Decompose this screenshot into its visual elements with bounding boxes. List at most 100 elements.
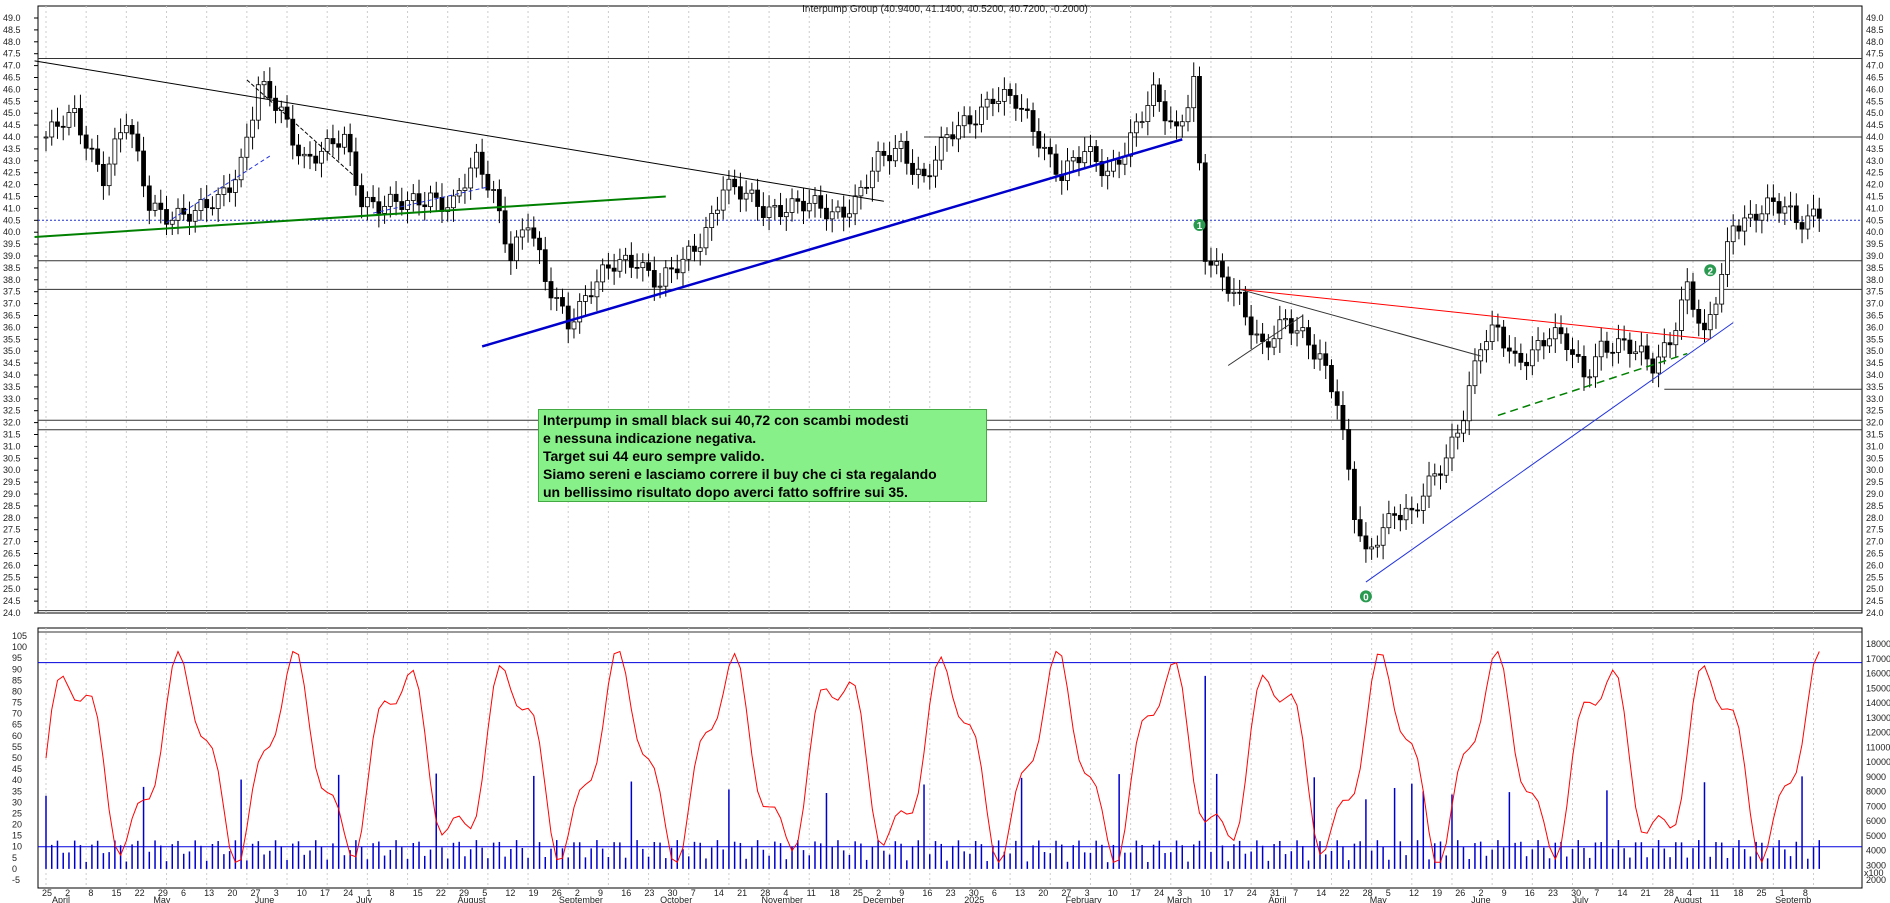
candle-body xyxy=(1518,352,1524,363)
candle-body xyxy=(1702,322,1707,331)
y-tick-left: 34.0 xyxy=(3,370,21,380)
candle-body xyxy=(192,210,198,222)
y-tick-right: 36.5 xyxy=(1866,311,1884,321)
y-tick-right: 30.5 xyxy=(1866,453,1884,463)
candle-body xyxy=(680,258,686,274)
x-tick-day: 23 xyxy=(644,888,654,898)
candle-body xyxy=(290,118,296,146)
candle-body xyxy=(519,229,525,238)
indicator-tick-right: 7000 xyxy=(1866,801,1886,811)
candle-body xyxy=(387,193,393,207)
candle-body xyxy=(1242,291,1248,318)
candle-body xyxy=(1432,473,1438,477)
candle-body xyxy=(1644,345,1650,360)
candle-body xyxy=(1053,153,1059,175)
candle-body xyxy=(864,186,870,189)
candle-body xyxy=(1076,156,1082,164)
x-tick-day: 15 xyxy=(112,888,122,898)
candle-body xyxy=(1725,241,1730,275)
indicator-tick-right: 15000 xyxy=(1866,683,1890,693)
x-tick-day: 11 xyxy=(1710,888,1719,898)
candle-body xyxy=(1679,299,1684,331)
candle-body xyxy=(875,150,881,172)
candle-body xyxy=(1047,146,1053,155)
candle-body xyxy=(152,202,158,211)
candle-body xyxy=(1633,351,1639,354)
candle-body xyxy=(146,185,152,211)
candle-body xyxy=(1352,468,1357,521)
y-tick-right: 41.5 xyxy=(1866,192,1884,202)
candle-body xyxy=(611,267,617,272)
y-tick-right: 25.5 xyxy=(1866,572,1884,582)
x-tick-day: 16 xyxy=(621,888,631,898)
y-tick-left: 41.0 xyxy=(3,203,21,213)
candle-body xyxy=(651,270,657,288)
y-tick-right: 34.0 xyxy=(1866,370,1884,380)
annotation-label: 0 xyxy=(1363,592,1369,603)
candle-body xyxy=(720,189,726,211)
candle-body xyxy=(1306,327,1311,346)
candle-body xyxy=(141,150,146,187)
volume-unit: x100 xyxy=(1864,868,1884,878)
candle-body xyxy=(686,245,692,260)
candle-body xyxy=(1174,121,1179,127)
candle-body xyxy=(508,243,514,262)
candle-body xyxy=(933,159,938,177)
candle-body xyxy=(106,163,112,187)
candle-body xyxy=(1369,546,1375,550)
candle-body xyxy=(1374,544,1380,548)
y-tick-right: 25.0 xyxy=(1866,584,1884,594)
x-tick-day: 14 xyxy=(1617,888,1627,898)
candle-body xyxy=(1673,330,1679,346)
y-tick-left: 27.0 xyxy=(3,537,21,547)
y-tick-left: 35.0 xyxy=(3,346,21,356)
candle-body xyxy=(1128,132,1134,157)
y-tick-left: 41.5 xyxy=(3,192,21,202)
y-tick-left: 42.5 xyxy=(3,168,21,178)
y-tick-left: 31.5 xyxy=(3,430,21,440)
candle-body xyxy=(451,195,456,209)
candle-body xyxy=(1696,308,1702,324)
y-tick-left: 28.0 xyxy=(3,513,21,523)
candle-body xyxy=(66,112,72,128)
y-tick-left: 24.5 xyxy=(3,596,21,606)
candle-body xyxy=(1380,527,1386,546)
candle-body xyxy=(1661,342,1667,358)
candle-body xyxy=(1690,281,1696,310)
candle-body xyxy=(1788,205,1793,208)
candle-body xyxy=(1317,353,1323,360)
x-tick-month: April xyxy=(52,895,70,903)
y-tick-left: 47.0 xyxy=(3,61,21,71)
y-tick-right: 43.0 xyxy=(1866,156,1884,166)
candle-body xyxy=(806,202,812,212)
x-tick-month: October xyxy=(660,895,692,903)
candle-body xyxy=(1558,327,1564,335)
candle-body xyxy=(187,213,192,222)
candle-body xyxy=(910,162,915,175)
candle-body xyxy=(324,138,330,152)
candle-body xyxy=(1793,205,1799,223)
indicator-tick-left: 95 xyxy=(12,653,22,663)
x-tick-day: 17 xyxy=(320,888,330,898)
candle-body xyxy=(353,151,359,186)
x-tick-day: 25 xyxy=(1756,888,1766,898)
candle-body xyxy=(858,186,864,197)
candle-body xyxy=(1489,324,1495,343)
annotation-label: 2 xyxy=(1707,266,1713,277)
y-tick-left: 26.0 xyxy=(3,560,21,570)
candle-body xyxy=(835,206,841,213)
indicator-tick-left: 85 xyxy=(12,675,22,685)
candle-body xyxy=(1288,318,1294,334)
candle-body xyxy=(1621,338,1627,341)
x-tick-day: 14 xyxy=(1316,888,1326,898)
candle-body xyxy=(795,198,801,202)
candle-body xyxy=(60,125,66,128)
candle-body xyxy=(1730,225,1736,243)
candle-body xyxy=(628,254,634,268)
candle-body xyxy=(1363,535,1369,550)
indicator-tick-left: 0 xyxy=(12,864,17,874)
x-tick-day: 17 xyxy=(1224,888,1234,898)
candle-body xyxy=(49,121,55,138)
x-tick-day: 20 xyxy=(1038,888,1048,898)
candle-body xyxy=(410,193,416,201)
